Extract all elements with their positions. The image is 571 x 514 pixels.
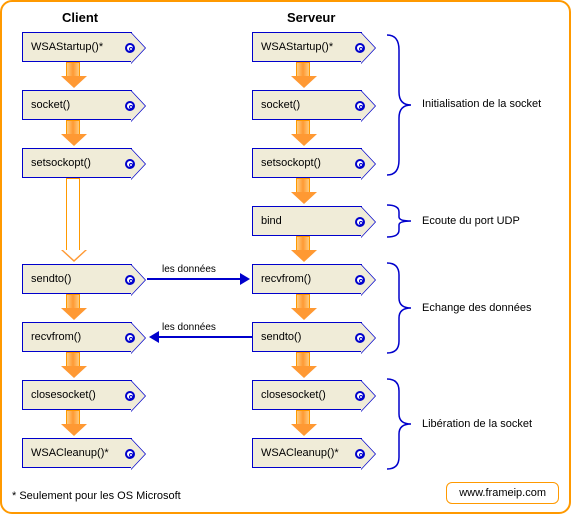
connector-icon: [355, 101, 365, 111]
arrow-down-icon: [296, 352, 310, 368]
connector-icon: [355, 275, 365, 285]
server-recvfrom: recvfrom(): [252, 264, 362, 294]
node-label: socket(): [31, 99, 70, 111]
node-label: WSACleanup()*: [31, 447, 109, 459]
connector-icon: [125, 449, 135, 459]
arrow-down-icon: [296, 62, 310, 78]
node-label: sendto(): [261, 331, 301, 343]
diagram-frame: Client Serveur WSAStartup()* socket() se…: [0, 0, 571, 514]
section-init: Initialisation de la socket: [422, 98, 541, 110]
server-socket: socket(): [252, 90, 362, 120]
arrow-down-icon: [66, 120, 80, 136]
connector-icon: [355, 391, 365, 401]
section-exchange: Echange des données: [422, 302, 531, 314]
arrow-down-icon: [66, 410, 80, 426]
connector-icon: [125, 275, 135, 285]
data-label-2: les données: [162, 322, 216, 333]
brace-icon: [387, 202, 417, 240]
server-setsockopt: setsockopt(): [252, 148, 362, 178]
node-label: closesocket(): [31, 389, 96, 401]
node-label: socket(): [261, 99, 300, 111]
node-label: WSAStartup()*: [31, 41, 103, 53]
client-wsastartup: WSAStartup()*: [22, 32, 132, 62]
connector-icon: [355, 43, 365, 53]
server-wsacleanup: WSACleanup()*: [252, 438, 362, 468]
node-label: setsockopt(): [31, 157, 91, 169]
client-socket: socket(): [22, 90, 132, 120]
arrow-down-icon: [66, 352, 80, 368]
server-sendto: sendto(): [252, 322, 362, 352]
client-recvfrom: recvfrom(): [22, 322, 132, 352]
brace-icon: [387, 260, 417, 356]
node-label: WSAStartup()*: [261, 41, 333, 53]
section-listen: Ecoute du port UDP: [422, 215, 520, 227]
data-arrow-right: [147, 278, 242, 280]
arrow-down-icon: [66, 294, 80, 310]
section-release: Libération de la socket: [422, 418, 532, 430]
connector-icon: [125, 391, 135, 401]
source-url: www.frameip.com: [446, 482, 559, 504]
arrow-down-icon: [66, 62, 80, 78]
arrow-down-icon: [296, 120, 310, 136]
brace-icon: [387, 376, 417, 472]
arrow-down-icon: [296, 178, 310, 194]
client-sendto: sendto(): [22, 264, 132, 294]
footnote: * Seulement pour les OS Microsoft: [12, 490, 181, 502]
connector-icon: [125, 159, 135, 169]
node-label: sendto(): [31, 273, 71, 285]
server-header: Serveur: [287, 10, 335, 25]
connector-icon: [355, 159, 365, 169]
connector-icon: [355, 217, 365, 227]
node-label: bind: [261, 215, 282, 227]
client-closesocket: closesocket(): [22, 380, 132, 410]
connector-icon: [355, 333, 365, 343]
node-label: WSACleanup()*: [261, 447, 339, 459]
server-wsastartup: WSAStartup()*: [252, 32, 362, 62]
connector-icon: [125, 101, 135, 111]
server-closesocket: closesocket(): [252, 380, 362, 410]
arrow-down-icon: [296, 410, 310, 426]
arrow-down-icon: [66, 178, 80, 252]
arrow-down-icon: [296, 294, 310, 310]
data-label-1: les données: [162, 264, 216, 275]
node-label: setsockopt(): [261, 157, 321, 169]
client-wsacleanup: WSACleanup()*: [22, 438, 132, 468]
node-label: recvfrom(): [261, 273, 311, 285]
connector-icon: [125, 333, 135, 343]
connector-icon: [125, 43, 135, 53]
arrow-down-icon: [296, 236, 310, 252]
client-setsockopt: setsockopt(): [22, 148, 132, 178]
data-arrow-left: [157, 336, 252, 338]
connector-icon: [355, 449, 365, 459]
server-bind: bind: [252, 206, 362, 236]
node-label: closesocket(): [261, 389, 326, 401]
brace-icon: [387, 32, 417, 178]
node-label: recvfrom(): [31, 331, 81, 343]
client-header: Client: [62, 10, 98, 25]
